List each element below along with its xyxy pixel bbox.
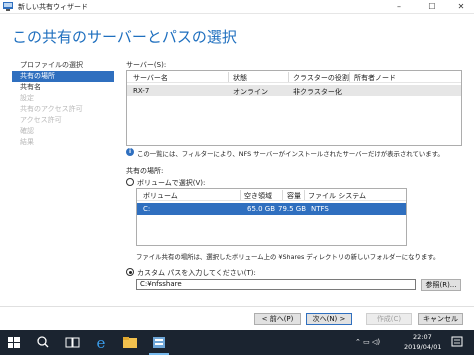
start-icon[interactable] <box>4 334 24 351</box>
footer-divider <box>0 306 474 307</box>
custom-path-label[interactable]: カスタム パスを入力してください(T): <box>137 268 256 278</box>
volume-fs-cell: NTFS <box>311 205 329 213</box>
column-status[interactable]: 状態 <box>233 73 247 83</box>
edge-browser-icon[interactable]: e <box>91 334 111 351</box>
browse-button[interactable]: 参照(R)... <box>421 279 461 291</box>
by-volume-label[interactable]: ボリュームで選択(V): <box>137 178 205 188</box>
clock-date[interactable]: 2019/04/01 <box>404 343 441 351</box>
volume-name-cell: C: <box>143 205 151 213</box>
custom-path-input[interactable]: C:¥nfsshare <box>136 279 416 290</box>
by-volume-radio[interactable] <box>126 178 134 186</box>
minimize-button[interactable]: – <box>386 0 412 13</box>
server-cluster-cell: 非クラスター化 <box>293 88 342 96</box>
step-results: 結果 <box>20 138 34 146</box>
volume-free-cell: 65.0 GB <box>247 205 276 213</box>
search-icon[interactable] <box>33 334 53 351</box>
info-text: この一覧には、フィルターにより、NFS サーバーがインストールされたサーバーだけ… <box>137 150 444 158</box>
column-cluster-role[interactable]: クラスターの役割 <box>293 73 349 83</box>
step-profile[interactable]: プロファイルの選択 <box>12 60 114 71</box>
server-status-cell: オンライン <box>233 88 268 96</box>
wizard-steps-nav: プロファイルの選択 共有の場所 共有名 設定 共有のアクセス許可 アクセス許可 … <box>12 60 114 148</box>
column-volume[interactable]: ボリューム <box>143 191 178 201</box>
volume-row[interactable]: C: 65.0 GB 79.5 GB NTFS <box>137 203 406 215</box>
volume-capacity-cell: 79.5 GB <box>278 205 307 213</box>
step-share-permissions: 共有のアクセス許可 <box>20 105 83 113</box>
column-file-system[interactable]: ファイル システム <box>308 191 366 201</box>
server-list-header: サーバー名 状態 クラスターの役割 所有者ノード <box>127 71 461 83</box>
next-button[interactable]: 次へ(N) > <box>306 313 352 325</box>
server-row[interactable]: RX-7 オンライン 非クラスター化 <box>127 85 461 96</box>
page-heading: この共有のサーバーとパスの選択 <box>12 28 237 46</box>
server-list-label: サーバー(S): <box>126 61 167 69</box>
column-owner-node[interactable]: 所有者ノード <box>354 73 396 83</box>
close-button[interactable]: ✕ <box>448 0 474 13</box>
svg-text:e: e <box>97 334 106 351</box>
server-list[interactable]: サーバー名 状態 クラスターの役割 所有者ノード RX-7 オンライン 非クラス… <box>126 70 462 146</box>
column-capacity[interactable]: 容量 <box>287 191 301 201</box>
clock-time[interactable]: 22:07 <box>413 333 432 341</box>
cancel-button[interactable]: キャンセル <box>418 313 463 325</box>
step-settings: 設定 <box>20 94 34 102</box>
info-icon: i <box>126 148 134 156</box>
create-button: 作成(C) <box>366 313 412 325</box>
task-view-icon[interactable] <box>62 334 82 351</box>
taskbar: e ⌃ ▭ ◁) 22:07 2019/04/01 <box>0 330 474 355</box>
step-permissions: アクセス許可 <box>20 116 62 124</box>
previous-button[interactable]: < 前へ(P) <box>254 313 301 325</box>
share-wizard-icon <box>3 2 13 11</box>
volume-list[interactable]: ボリューム 空き領域 容量 ファイル システム C: 65.0 GB 79.5 … <box>136 188 407 246</box>
volume-note: ファイル共有の場所は、選択したボリューム上の ¥Shares ディレクトリの新し… <box>136 253 440 261</box>
custom-path-radio[interactable] <box>126 268 134 276</box>
column-free-space[interactable]: 空き領域 <box>244 191 272 201</box>
step-confirmation: 確認 <box>20 127 34 135</box>
window-title: 新しい共有ウィザード <box>18 3 88 11</box>
step-share-location[interactable]: 共有の場所 <box>12 71 114 82</box>
maximize-button[interactable]: ☐ <box>419 0 445 13</box>
server-name-cell: RX-7 <box>133 87 150 95</box>
step-share-name[interactable]: 共有名 <box>12 82 114 93</box>
notification-icon[interactable] <box>450 335 464 349</box>
share-location-label: 共有の場所: <box>126 167 164 175</box>
file-explorer-icon[interactable] <box>120 334 140 351</box>
server-manager-icon[interactable] <box>149 334 169 351</box>
tray-icons[interactable]: ⌃ ▭ ◁) <box>355 338 380 346</box>
column-server-name[interactable]: サーバー名 <box>133 73 168 83</box>
title-bar: 新しい共有ウィザード – ☐ ✕ <box>0 0 474 14</box>
volume-list-header: ボリューム 空き領域 容量 ファイル システム <box>137 189 406 201</box>
